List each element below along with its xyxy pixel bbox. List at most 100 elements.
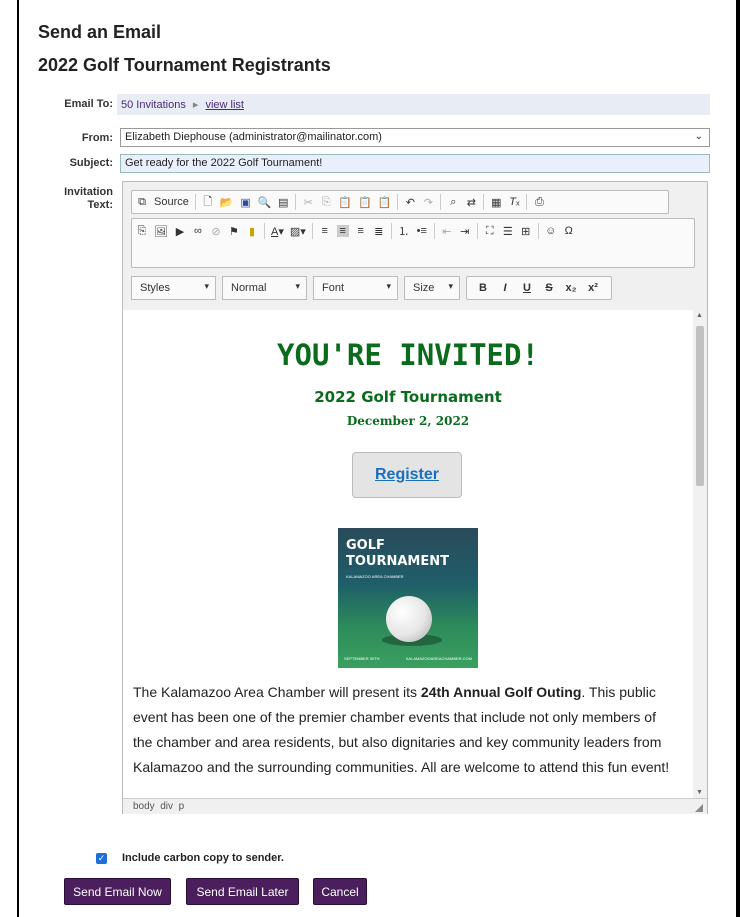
email-to-field: 50 Invitations ▸ view list [117, 94, 710, 115]
image-foot-right: KALAMAZOOAREACHAMBER.COM [405, 656, 472, 661]
from-value: Elizabeth Diephouse (administrator@maili… [125, 131, 382, 143]
register-button[interactable]: Register [352, 452, 462, 498]
scroll-thumb[interactable] [696, 326, 704, 486]
preview-icon[interactable]: 🔍 [258, 196, 272, 209]
golf-ball-icon [386, 596, 432, 642]
element-path-bar: body div p [123, 798, 707, 814]
source-icon[interactable]: ⧉ [136, 196, 148, 209]
smiley-icon[interactable]: ☺ [545, 225, 557, 237]
remove-format-icon[interactable]: Tₓ [508, 196, 520, 208]
send-now-button[interactable]: Send Email Now [64, 878, 171, 905]
open-folder-icon[interactable]: 📂 [220, 196, 234, 209]
golf-tournament-image: GOLF TOURNAMENT KALAMAZOO AREA CHAMBER S… [338, 528, 478, 668]
numbered-list-icon[interactable]: ⒈ [398, 223, 410, 239]
event-title: 2022 Golf Tournament [314, 388, 502, 406]
new-page-icon[interactable]: 🗋 [202, 193, 214, 212]
templates-icon[interactable]: ▤ [277, 196, 289, 209]
editor-content[interactable]: YOU'RE INVITED! 2022 Golf Tournament Dec… [123, 310, 693, 798]
image-subtitle: KALAMAZOO AREA CHAMBER [346, 574, 404, 579]
bg-color-icon[interactable]: ▨▾ [290, 225, 306, 238]
find-icon[interactable]: ⌕ [447, 196, 459, 209]
view-list-link[interactable]: view list [205, 99, 244, 111]
editor-scrollbar[interactable]: ▲ ▼ [693, 310, 707, 798]
triangle-right-icon: ▸ [192, 99, 199, 111]
text-color-icon[interactable]: A▾ [271, 225, 284, 238]
anchor-flag-icon[interactable]: ⚑ [228, 225, 240, 238]
subject-value: Get ready for the 2022 Golf Tournament! [125, 157, 323, 169]
caret-down-icon: ▾ [295, 281, 300, 291]
image-title-2: TOURNAMENT [346, 554, 449, 569]
undo-icon[interactable]: ↶ [404, 196, 416, 209]
bold-button[interactable]: B [477, 282, 489, 294]
subscript-button[interactable]: x₂ [565, 282, 577, 294]
redo-icon[interactable]: ↷ [422, 196, 434, 209]
align-left-icon[interactable]: ≡ [319, 225, 331, 237]
toolbar-row-2: ⎘ 🖼 ▶ ∞ ⊘ ⚑ ▮ A▾ ▨▾ ≡ ≡ ≡ ≣ ⒈ •≡ ⇤ ⇥ ⛶ ☰… [131, 218, 695, 268]
italic-button[interactable]: I [499, 282, 511, 294]
email-to-value: 50 Invitations [121, 99, 186, 111]
scroll-down-icon[interactable]: ▼ [696, 789, 703, 796]
justify-icon[interactable]: ≣ [373, 225, 385, 238]
font-dropdown[interactable]: Font ▾ [313, 276, 398, 300]
caret-down-icon: ▾ [448, 281, 453, 291]
indent-icon[interactable]: ⇥ [459, 225, 471, 238]
horizontal-line-icon[interactable]: ☰ [502, 225, 514, 238]
styles-dropdown[interactable]: Styles ▾ [131, 276, 216, 300]
rich-text-editor[interactable]: ⧉ Source 🗋 📂 ▣ 🔍 ▤ ✂ ⎘ 📋 📋 📋 ↶ ↷ ⌕ ⇄ ▦ T… [122, 181, 708, 814]
size-dropdown[interactable]: Size ▾ [404, 276, 460, 300]
element-path[interactable]: body div p [133, 801, 184, 812]
media-icon[interactable]: ▮ [246, 225, 258, 238]
format-label: Normal [231, 282, 267, 294]
paste-icon[interactable]: 📋 [338, 196, 352, 209]
align-center-icon[interactable]: ≡ [336, 225, 349, 237]
align-right-icon[interactable]: ≡ [355, 225, 367, 237]
paste-word-icon[interactable]: 📋 [378, 196, 392, 209]
cut-icon[interactable]: ✂ [302, 196, 314, 209]
email-to-label: Email To: [64, 98, 113, 110]
styles-label: Styles [140, 282, 170, 294]
underline-button[interactable]: U [521, 282, 533, 294]
replace-icon[interactable]: ⇄ [465, 196, 477, 209]
youtube-icon[interactable]: ▶ [174, 225, 186, 238]
strikethrough-button[interactable]: S [543, 282, 555, 294]
subject-label: Subject: [69, 157, 113, 169]
resize-grip-icon[interactable] [695, 804, 703, 812]
superscript-button[interactable]: x² [587, 282, 599, 294]
image-foot-left: SEPTEMBER 30TH [344, 656, 380, 661]
invitation-label-line1: Invitation [64, 186, 113, 198]
invitation-text-label: Invitation Text: [13, 186, 113, 212]
font-label: Font [322, 282, 345, 294]
send-later-button[interactable]: Send Email Later [186, 878, 299, 905]
save-icon[interactable]: ▣ [240, 196, 252, 209]
outdent-icon[interactable]: ⇤ [441, 225, 453, 238]
cancel-button[interactable]: Cancel [313, 878, 367, 905]
editor-toolbar: ⧉ Source 🗋 📂 ▣ 🔍 ▤ ✂ ⎘ 📋 📋 📋 ↶ ↷ ⌕ ⇄ ▦ T… [123, 182, 707, 311]
special-char-icon[interactable]: Ω [563, 225, 575, 237]
table-icon[interactable]: ⊞ [520, 225, 532, 238]
bullet-list-icon[interactable]: •≡ [416, 225, 428, 237]
from-select[interactable]: Elizabeth Diephouse (administrator@maili… [120, 128, 710, 147]
source-button[interactable]: Source [154, 196, 189, 208]
attachment-icon[interactable]: ⎘ [136, 225, 148, 238]
format-dropdown[interactable]: Normal ▾ [222, 276, 307, 300]
maximize-icon[interactable]: ⛶ [484, 225, 496, 238]
image-icon[interactable]: 🖼 [154, 225, 168, 238]
image-title-1: GOLF [346, 538, 385, 553]
select-all-icon[interactable]: ▦ [490, 196, 502, 209]
chevron-down-icon: ⌄ [694, 131, 703, 142]
text-style-group: B I U S x₂ x² [466, 276, 612, 300]
unlink-icon[interactable]: ⊘ [210, 225, 222, 238]
toolbar-row-1: ⧉ Source 🗋 📂 ▣ 🔍 ▤ ✂ ⎘ 📋 📋 📋 ↶ ↷ ⌕ ⇄ ▦ T… [131, 190, 669, 214]
scroll-up-icon[interactable]: ▲ [696, 312, 703, 319]
page-title: Send an Email [38, 22, 162, 42]
caret-down-icon: ▾ [386, 281, 391, 291]
page-subtitle: 2022 Golf Tournament Registrants [38, 55, 331, 75]
print-icon[interactable]: ⎙ [533, 196, 545, 209]
size-label: Size [413, 282, 435, 294]
link-icon[interactable]: ∞ [192, 225, 204, 237]
subject-input[interactable]: Get ready for the 2022 Golf Tournament! [120, 154, 710, 173]
copy-icon[interactable]: ⎘ [320, 196, 332, 209]
headline: YOU'RE INVITED! [277, 338, 539, 372]
paste-text-icon[interactable]: 📋 [358, 196, 372, 209]
carbon-copy-checkbox[interactable]: ✓ [96, 853, 107, 864]
